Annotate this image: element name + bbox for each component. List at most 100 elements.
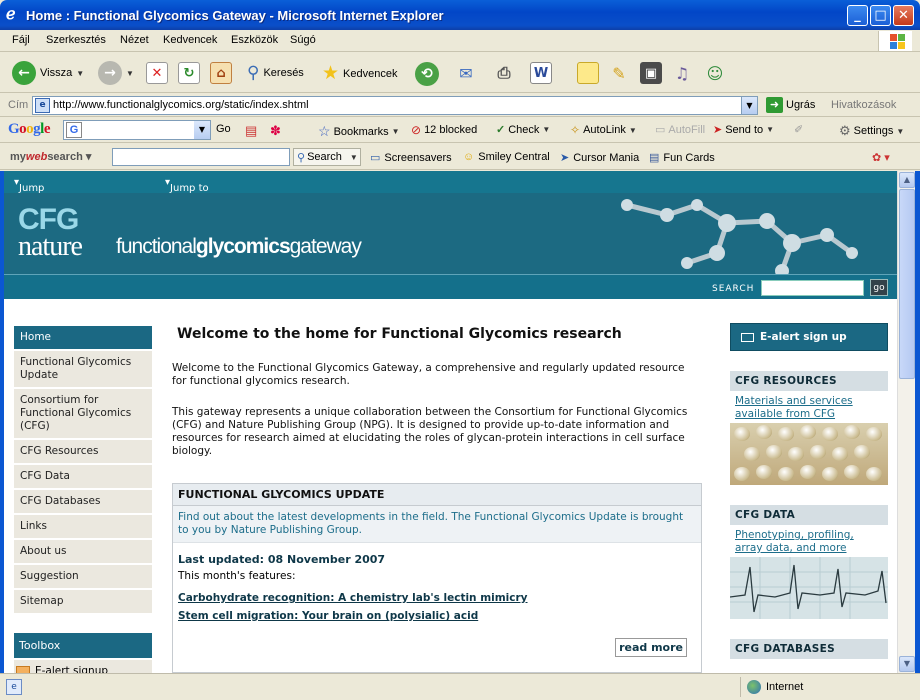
scroll-up-icon[interactable]: ▲ — [899, 172, 915, 188]
refresh-button[interactable]: ↻ — [178, 62, 200, 84]
highlight-icon[interactable]: ✐ — [794, 123, 803, 136]
site-search-label: SEARCH — [712, 284, 755, 294]
cfg-resources-link[interactable]: Materials and services available from CF… — [730, 391, 888, 421]
back-button[interactable]: ← Vissza ▼ — [12, 61, 84, 85]
article-link[interactable]: Stem cell migration: Your brain on (poly… — [178, 610, 696, 622]
search-icon: ⚲ — [297, 151, 306, 164]
menu-help[interactable]: Súgó — [290, 34, 316, 46]
address-url: http://www.functionalglycomics.org/stati… — [53, 99, 309, 111]
toolbar-options-icon[interactable]: ✿ ▾ — [872, 151, 890, 164]
popup-blocker-icon: ⊘ — [411, 123, 422, 137]
cursor-mania-button[interactable]: ➤ Cursor Mania — [560, 151, 639, 165]
cfg-databases-heading: CFG DATABASES — [730, 639, 888, 659]
toolbox-ealert-link[interactable]: E-alert signup — [14, 660, 152, 673]
smiley-central-button[interactable]: ☺ Smiley Central — [463, 151, 550, 163]
nav-item-fg-update[interactable]: Functional Glycomics Update — [14, 351, 152, 387]
skip-links-bar: ▾ Jump to main content ▾ Jump to navigat… — [4, 171, 897, 216]
mywebsearch-search-button[interactable]: ⚲ Search ▼ — [293, 148, 361, 166]
stop-button[interactable]: ✕ — [146, 62, 168, 84]
molecule-graphic — [621, 199, 858, 274]
cfg-data-link[interactable]: Phenotyping, profiling, array data, and … — [730, 525, 888, 555]
discuss-button[interactable] — [577, 62, 599, 84]
address-bar: Cím e http://www.functionalglycomics.org… — [0, 94, 920, 117]
site-search-go-button[interactable]: go — [870, 279, 888, 296]
fun-cards-button[interactable]: ▤ Fun Cards — [649, 151, 715, 165]
messenger-button[interactable]: ▣ — [640, 62, 662, 84]
status-bar: e Internet — [0, 673, 920, 700]
send-icon: ➤ — [713, 124, 723, 136]
ecg-image[interactable] — [730, 557, 888, 619]
chevron-down-icon[interactable]: ▼ — [194, 121, 210, 139]
users-icon[interactable]: ☺ — [704, 62, 726, 84]
skip-main-link[interactable]: ▾ Jump to main content — [14, 177, 57, 216]
star-icon: ★ — [322, 63, 340, 84]
fg-update-title: FUNCTIONAL GLYCOMICS UPDATE — [173, 484, 701, 506]
autofill-button[interactable]: ▭ AutoFill — [655, 123, 705, 137]
nav-item-cfg-data[interactable]: CFG Data — [14, 465, 152, 488]
bookmarks-button[interactable]: ☆ Bookmarks ▼ — [318, 123, 400, 140]
favorites-button[interactable]: ★ Kedvencek — [322, 62, 397, 85]
pagerank-icon[interactable]: ▤ — [245, 123, 257, 139]
scroll-down-icon[interactable]: ▼ — [899, 656, 915, 672]
go-button[interactable]: ➜ Ugrás — [766, 97, 815, 113]
google-go-button[interactable]: Go — [216, 123, 231, 135]
menu-edit[interactable]: Szerkesztés — [46, 34, 106, 46]
google-search-input[interactable]: G ▼ — [63, 120, 211, 140]
vials-image[interactable] — [730, 423, 888, 485]
address-input[interactable]: e http://www.functionalglycomics.org/sta… — [32, 96, 758, 115]
google-logo: Google — [8, 121, 51, 137]
vertical-scrollbar[interactable]: ▲ ▼ — [897, 171, 915, 673]
history-button[interactable]: ⟲ — [415, 62, 439, 86]
nav-item-home[interactable]: Home — [14, 326, 152, 349]
spellcheck-button[interactable]: ✓ Check ▼ — [496, 123, 550, 137]
close-button[interactable]: ✕ — [893, 5, 914, 26]
screensavers-button[interactable]: ▭ Screensavers — [370, 151, 452, 165]
puzzle-icon[interactable]: ✽ — [270, 123, 281, 139]
nav-item-consortium[interactable]: Consortium for Functional Glycomics (CFG… — [14, 389, 152, 438]
nav-item-cfg-databases[interactable]: CFG Databases — [14, 490, 152, 513]
print-button[interactable]: ⎙ — [493, 62, 515, 84]
media-button[interactable]: ♫ — [671, 62, 693, 84]
maximize-button[interactable]: □ — [870, 5, 891, 26]
links-button[interactable]: Hivatkozások — [831, 99, 896, 111]
nav-item-sitemap[interactable]: Sitemap — [14, 590, 152, 613]
site-search-input[interactable] — [761, 280, 864, 296]
skip-nav-link[interactable]: ▾ Jump to navigation — [165, 177, 223, 205]
menu-tools[interactable]: Eszközök — [231, 34, 278, 46]
scroll-thumb[interactable] — [899, 189, 915, 379]
send-to-button[interactable]: ➤ Send to ▼ — [713, 123, 774, 137]
forward-button[interactable]: → ▼ — [98, 61, 134, 85]
popup-blocked-button[interactable]: ⊘ 12 blocked — [411, 123, 477, 137]
edit-button[interactable]: W — [530, 62, 552, 84]
menu-view[interactable]: Nézet — [120, 34, 149, 46]
ealert-signup-button[interactable]: E-alert sign up — [730, 323, 888, 351]
envelope-icon — [16, 666, 30, 673]
settings-button[interactable]: ⚙ Settings ▼ — [839, 123, 904, 139]
fg-update-box: FUNCTIONAL GLYCOMICS UPDATE Find out abo… — [172, 483, 702, 673]
nav-item-links[interactable]: Links — [14, 515, 152, 538]
autolink-button[interactable]: ✧ AutoLink ▼ — [570, 123, 637, 137]
mywebsearch-input[interactable] — [112, 148, 290, 166]
research-button[interactable]: ✎ — [608, 62, 630, 84]
menu-favorites[interactable]: Kedvencek — [163, 34, 217, 46]
article-link[interactable]: Carbohydrate recognition: A chemistry la… — [178, 592, 696, 604]
envelope-icon — [741, 332, 754, 342]
chevron-down-icon[interactable]: ▼ — [741, 97, 757, 114]
page-icon: e — [35, 98, 50, 113]
page-viewport: ▾ Jump to main content ▾ Jump to navigat… — [4, 171, 897, 673]
last-updated: Last updated: 08 November 2007 — [178, 553, 386, 566]
minimize-button[interactable]: _ — [847, 5, 868, 26]
menu-file[interactable]: Fájl — [12, 34, 30, 46]
nav-item-cfg-resources[interactable]: CFG Resources — [14, 440, 152, 463]
intro-paragraph: Welcome to the Functional Glycomics Gate… — [172, 362, 685, 387]
nav-item-about[interactable]: About us — [14, 540, 152, 563]
read-more-button[interactable]: read more — [615, 638, 687, 657]
mail-button[interactable]: ✉ — [455, 62, 477, 84]
home-button[interactable]: ⌂ — [210, 62, 232, 84]
page-heading: Welcome to the home for Functional Glyco… — [177, 326, 622, 342]
nature-logo[interactable]: nature — [18, 231, 83, 263]
card-icon: ▤ — [649, 152, 660, 164]
nav-item-suggestion[interactable]: Suggestion — [14, 565, 152, 588]
search-button[interactable]: ⚲ Keresés — [247, 63, 304, 83]
forward-arrow-icon: → — [98, 61, 122, 85]
